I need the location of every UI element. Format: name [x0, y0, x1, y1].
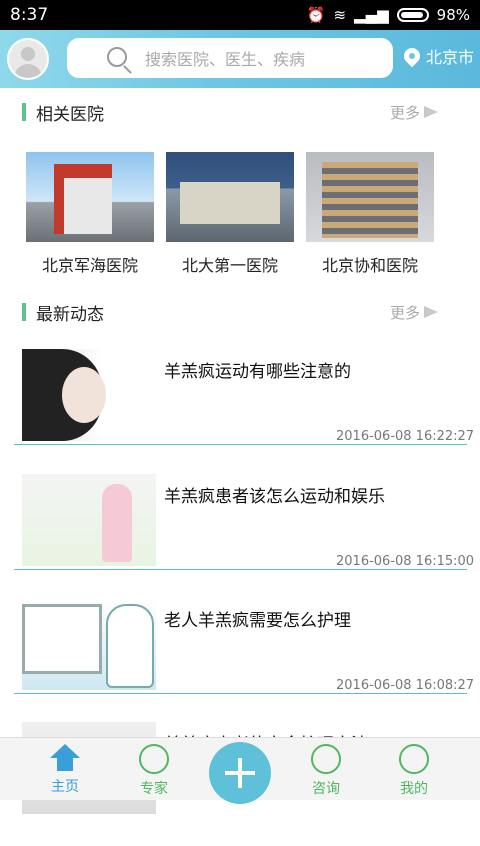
status-time: 8:37 — [10, 5, 49, 25]
user-icon — [399, 744, 429, 774]
more-label: 更多 — [390, 303, 421, 322]
tab-mine[interactable]: 我的 — [384, 744, 444, 798]
avatar-body — [14, 64, 42, 78]
location-selector[interactable]: 北京市 — [400, 44, 475, 68]
news-more-link[interactable]: 更多 — [390, 302, 439, 323]
news-thumbnail — [22, 598, 156, 690]
hospital-image — [26, 152, 154, 242]
news-section-header: 最新动态 更多 — [0, 297, 480, 327]
battery-percent: 98% — [436, 6, 470, 24]
hospital-card[interactable]: 北京协和医院 — [306, 152, 434, 276]
hospital-card[interactable]: 北京军海医院 — [26, 152, 154, 276]
hospitals-section-title: 相关医院 — [36, 104, 104, 125]
hospital-name: 北京军海医院 — [41, 256, 138, 275]
hospital-name: 北京协和医院 — [321, 256, 418, 275]
signal-icon: ▂▄▆ — [354, 6, 389, 24]
arrow-right-icon — [424, 106, 439, 118]
tab-home[interactable]: 主页 — [35, 744, 95, 796]
news-divider — [14, 569, 467, 570]
search-box[interactable]: 搜索医院、医生、疾病 — [67, 38, 393, 78]
status-bar: 8:37 ⏰ ≋ ▂▄▆ 98% — [0, 0, 480, 30]
news-thumbnail — [22, 349, 156, 441]
section-bar — [22, 103, 26, 121]
news-title: 老人羊羔疯需要怎么护理 — [164, 611, 351, 631]
thumb-shape — [102, 484, 132, 562]
news-section-title: 最新动态 — [36, 304, 104, 325]
news-divider — [14, 444, 467, 445]
arrow-right-icon — [424, 306, 439, 318]
building-shape — [322, 162, 418, 238]
avatar[interactable] — [7, 38, 49, 80]
info-icon — [311, 744, 341, 774]
add-button[interactable] — [209, 742, 271, 804]
building-shape — [180, 182, 280, 224]
tab-home-label: 主页 — [51, 779, 79, 795]
alarm-icon: ⏰ — [306, 6, 326, 24]
more-label: 更多 — [390, 103, 421, 122]
home-icon — [50, 744, 80, 772]
hospital-image — [306, 152, 434, 242]
news-thumbnail — [22, 474, 156, 566]
thumb-shape — [62, 367, 106, 423]
location-pin-icon — [400, 44, 424, 68]
search-icon — [107, 47, 127, 67]
hospital-card[interactable]: 北大第一医院 — [166, 152, 294, 276]
news-item[interactable]: 羊羔疯患者该怎么运动和娱乐 2016-06-08 16:15:00 — [0, 474, 480, 598]
hospitals-section-header: 相关医院 更多 — [0, 97, 480, 127]
hospital-name: 北大第一医院 — [181, 256, 278, 275]
news-time: 2016-06-08 16:08:27 — [336, 678, 475, 693]
status-icons: ⏰ ≋ ▂▄▆ 98% — [307, 6, 470, 24]
tab-mine-label: 我的 — [400, 781, 428, 797]
news-title: 羊羔疯运动有哪些注意的 — [164, 362, 351, 382]
news-item[interactable]: 老人羊羔疯需要怎么护理 2016-06-08 16:08:27 — [0, 598, 480, 722]
news-time: 2016-06-08 16:15:00 — [336, 554, 475, 569]
top-header: 搜索医院、医生、疾病 北京市 — [0, 30, 480, 88]
tab-experts-label: 专家 — [140, 781, 168, 797]
building-shape — [64, 178, 112, 234]
news-time: 2016-06-08 16:22:27 — [336, 429, 475, 444]
hospital-image — [166, 152, 294, 242]
news-title: 羊羔疯患者该怎么运动和娱乐 — [164, 487, 385, 507]
section-bar — [22, 303, 26, 321]
tab-consult-label: 咨询 — [312, 781, 340, 797]
location-label: 北京市 — [426, 48, 475, 67]
wifi-icon: ≋ — [333, 6, 347, 24]
doctor-icon — [139, 744, 169, 774]
hospitals-more-link[interactable]: 更多 — [390, 102, 439, 123]
thumb-shape — [22, 604, 102, 674]
thumb-shape — [106, 604, 154, 688]
tab-experts[interactable]: 专家 — [124, 744, 184, 798]
avatar-head — [21, 47, 35, 61]
hospital-list: 北京军海医院 北大第一医院 北京协和医院 — [0, 152, 480, 282]
news-item[interactable]: 羊羔疯运动有哪些注意的 2016-06-08 16:22:27 — [0, 349, 480, 473]
tab-consult[interactable]: 咨询 — [296, 744, 356, 798]
news-divider — [14, 693, 467, 694]
search-placeholder: 搜索医院、医生、疾病 — [145, 50, 306, 69]
battery-icon — [396, 8, 429, 22]
